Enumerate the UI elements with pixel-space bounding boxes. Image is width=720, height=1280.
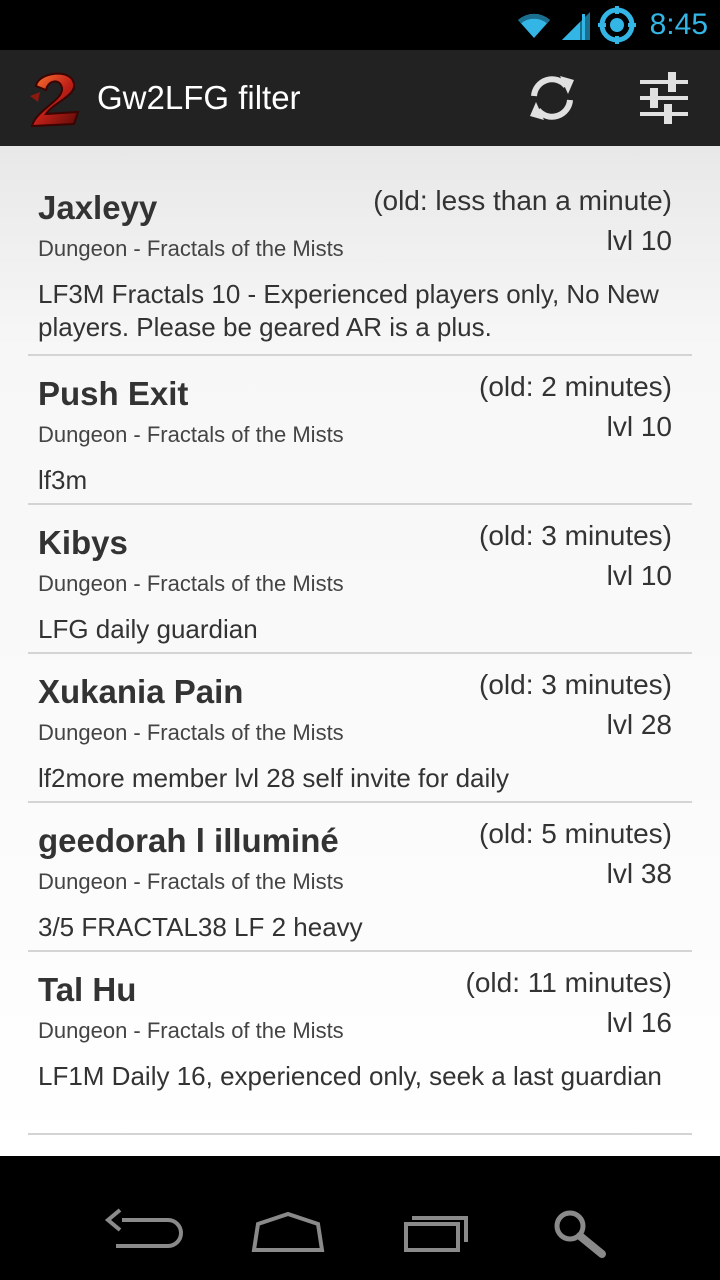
cell-signal-icon bbox=[561, 12, 590, 40]
listing-message: LFG daily guardian bbox=[38, 614, 258, 644]
post-age: (old: 2 minutes) bbox=[479, 371, 672, 402]
refresh-button[interactable] bbox=[522, 68, 582, 128]
filter-settings-button[interactable] bbox=[634, 68, 694, 128]
player-name: Push Exit bbox=[38, 375, 189, 412]
listing-message: lf2more member lvl 28 self invite for da… bbox=[38, 763, 510, 793]
level-badge: lvl 10 bbox=[606, 560, 672, 591]
level-badge: lvl 28 bbox=[606, 709, 672, 740]
list-item[interactable]: Tal Hu (old: 11 minutes) Dungeon - Fract… bbox=[28, 950, 692, 1135]
listing-message: LF1M Daily 16, experienced only, seek a … bbox=[38, 1061, 662, 1091]
dungeon-category: Dungeon - Fractals of the Mists bbox=[38, 869, 344, 894]
player-name: Jaxleyy bbox=[38, 189, 158, 226]
list-item[interactable]: Push Exit (old: 2 minutes) Dungeon - Fra… bbox=[28, 354, 692, 505]
listing-message: lf3m bbox=[38, 465, 88, 495]
listing-list[interactable]: Jaxleyy (old: less than a minute) Dungeo… bbox=[0, 146, 720, 1156]
listing-message: 3/5 FRACTAL38 LF 2 heavy bbox=[38, 912, 363, 942]
home-icon bbox=[251, 1211, 325, 1252]
sync-status-icon bbox=[597, 6, 636, 44]
dungeon-category: Dungeon - Fractals of the Mists bbox=[38, 571, 344, 596]
sliders-icon bbox=[640, 72, 688, 124]
post-age: (old: 3 minutes) bbox=[479, 669, 672, 700]
guild-wars-2-logo[interactable] bbox=[24, 66, 88, 130]
status-icons: 8:45 bbox=[516, 0, 708, 50]
post-age: (old: 5 minutes) bbox=[479, 818, 672, 849]
recent-apps-icon bbox=[404, 1216, 468, 1252]
dungeon-category: Dungeon - Fractals of the Mists bbox=[38, 720, 344, 745]
wifi-icon bbox=[517, 13, 550, 38]
back-icon bbox=[104, 1208, 183, 1248]
post-age: (old: 11 minutes) bbox=[465, 967, 672, 998]
list-item[interactable]: Kibys (old: 3 minutes) Dungeon - Fractal… bbox=[28, 503, 692, 654]
dungeon-category: Dungeon - Fractals of the Mists bbox=[38, 1018, 344, 1043]
search-button[interactable] bbox=[530, 1202, 630, 1262]
player-name: Tal Hu bbox=[38, 971, 137, 1008]
dungeon-category: Dungeon - Fractals of the Mists bbox=[38, 236, 344, 261]
list-item[interactable]: Xukania Pain (old: 3 minutes) Dungeon - … bbox=[28, 652, 692, 803]
level-badge: lvl 16 bbox=[606, 1007, 672, 1038]
home-button[interactable] bbox=[238, 1202, 338, 1262]
back-button[interactable] bbox=[92, 1202, 192, 1262]
navigation-bar bbox=[0, 1184, 720, 1280]
player-name: Xukania Pain bbox=[38, 673, 244, 710]
listing-message: LF3M Fractals 10 - Experienced players o… bbox=[38, 279, 659, 342]
status-time: 8:45 bbox=[649, 8, 708, 41]
post-age: (old: 3 minutes) bbox=[479, 520, 672, 551]
level-badge: lvl 38 bbox=[606, 858, 672, 889]
player-name: Kibys bbox=[38, 524, 128, 561]
recent-apps-button[interactable] bbox=[386, 1202, 486, 1262]
dungeon-category: Dungeon - Fractals of the Mists bbox=[38, 422, 344, 447]
level-badge: lvl 10 bbox=[606, 411, 672, 442]
list-item[interactable]: Jaxleyy (old: less than a minute) Dungeo… bbox=[28, 168, 692, 356]
list-item[interactable]: geedorah l illuminé (old: 5 minutes) Dun… bbox=[28, 801, 692, 952]
status-bar: 8:45 bbox=[0, 0, 720, 50]
refresh-icon bbox=[530, 76, 574, 120]
level-badge: lvl 10 bbox=[606, 225, 672, 256]
player-name: geedorah l illuminé bbox=[38, 822, 339, 859]
app-title: Gw2LFG filter bbox=[97, 79, 301, 116]
post-age: (old: less than a minute) bbox=[373, 185, 672, 216]
search-icon bbox=[554, 1210, 606, 1258]
action-bar: Gw2LFG filter bbox=[0, 50, 720, 146]
